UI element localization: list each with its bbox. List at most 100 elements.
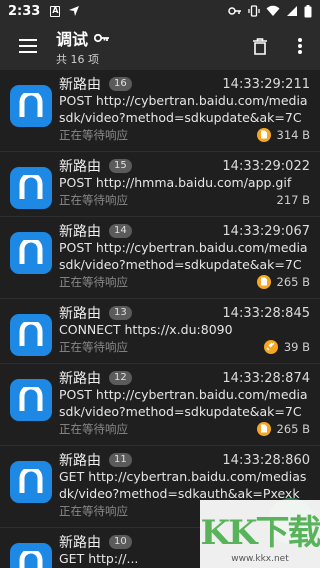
size-info: 265 B: [256, 421, 311, 436]
request-title: 新路由: [59, 159, 101, 175]
request-time: 14:33:29:067: [222, 223, 310, 239]
request-row[interactable]: 新路由 12 14:33:28:874 POST http://cybertran.b…: [0, 364, 320, 446]
app-icon: [10, 379, 52, 421]
response-size: 217 B: [276, 192, 311, 207]
size-info: 265 B: [256, 274, 311, 289]
app-icon: [10, 314, 52, 356]
app-icon: [10, 85, 52, 127]
status-bar: 2:33 A: [0, 0, 320, 22]
signal-icon: [287, 6, 297, 16]
request-index-badge: 10: [109, 535, 132, 549]
request-row[interactable]: 新路由 14 14:33:29:067 POST http://cybertran.b…: [0, 217, 320, 299]
row-header: 新路由 16 14:33:29:211: [59, 70, 320, 94]
request-time: 14:33:29:211: [222, 76, 310, 92]
row-footer: 正在等待响应 265 B: [59, 273, 320, 290]
row-header: 新路由 13 14:33:28:845: [59, 299, 320, 323]
title-block: 调试 共 16 项: [56, 26, 110, 67]
doc-icon: [256, 421, 271, 436]
menu-button[interactable]: [0, 22, 56, 70]
request-time: 14:33:29:022: [222, 158, 310, 174]
response-size: 265 B: [276, 274, 311, 289]
app-logo-icon: [19, 469, 43, 493]
watermark: KK下载 www.kkx.net: [200, 500, 320, 568]
watermark-url: www.kkx.net: [231, 553, 289, 564]
trash-icon: [253, 37, 267, 55]
app-bar: 调试 共 16 项: [0, 22, 320, 70]
size-info: 314 B: [256, 127, 311, 142]
row-footer: 正在等待响应 217 B: [59, 191, 320, 208]
request-row[interactable]: 新路由 13 14:33:28:845 CONNECT https://x.du:80…: [0, 299, 320, 364]
app-logo-icon: [19, 175, 43, 199]
row-footer: 正在等待响应 39 B: [59, 338, 320, 355]
row-header: 新路由 11 14:33:28:860: [59, 446, 320, 470]
item-count: 共 16 项: [56, 52, 99, 66]
more-options-button[interactable]: [280, 22, 320, 70]
row-footer: 正在等待响应 265 B: [59, 420, 320, 437]
size-info: 39 B: [263, 339, 310, 354]
delete-button[interactable]: [240, 22, 280, 70]
link-icon: [263, 339, 278, 354]
request-index-badge: 11: [109, 453, 132, 467]
request-time: 14:33:28:845: [222, 305, 310, 321]
location-arrow-icon: [69, 6, 80, 16]
app-logo-icon: [19, 240, 43, 264]
request-time: 14:33:28:860: [222, 452, 310, 468]
request-time: 14:33:28:874: [222, 370, 310, 386]
request-status: 正在等待响应: [59, 421, 128, 436]
request-title: 新路由: [59, 224, 101, 240]
response-size: 265 B: [276, 421, 311, 436]
size-info: 217 B: [277, 193, 311, 207]
page-title: 调试: [56, 29, 89, 49]
doc-icon: [256, 274, 271, 289]
row-header: 新路由 14 14:33:29:067: [59, 217, 320, 241]
request-status: 正在等待响应: [59, 192, 128, 207]
app-icon: [10, 232, 52, 274]
app-icon: [10, 461, 52, 503]
request-index-badge: 12: [109, 371, 132, 385]
vibrate-icon: [248, 5, 260, 17]
request-title: 新路由: [59, 453, 101, 469]
response-size: 39 B: [283, 339, 310, 354]
request-title: 新路由: [59, 371, 101, 387]
request-list: 新路由 16 14:33:29:211 POST http://cybertran.b…: [0, 70, 320, 568]
request-index-badge: 13: [109, 306, 132, 320]
request-url: POST http://hmma.baidu.com/app.gif: [59, 175, 292, 190]
app-logo-icon: [19, 551, 43, 568]
app-icon: [10, 167, 52, 209]
app-logo-icon: [19, 322, 43, 346]
status-time: 2:33: [8, 3, 41, 19]
request-title: 新路由: [59, 77, 101, 93]
row-header: 新路由 15 14:33:29:022: [59, 152, 320, 176]
request-index-badge: 16: [109, 77, 132, 91]
request-row[interactable]: 新路由 15 14:33:29:022 POST http://hmma.baidu.…: [0, 152, 320, 217]
menu-icon: [19, 39, 37, 53]
status-right-icons: [228, 4, 312, 18]
doc-icon: [256, 127, 271, 142]
request-status: 正在等待响应: [59, 503, 128, 518]
row-header: 新路由 12 14:33:28:874: [59, 364, 320, 388]
request-url: POST http://cybertran.baidu.com/mediasdk…: [59, 387, 308, 419]
battery-icon: [304, 4, 312, 17]
request-row[interactable]: 新路由 16 14:33:29:211 POST http://cybertran.b…: [0, 70, 320, 152]
key-icon: [228, 7, 241, 15]
request-index-badge: 15: [109, 159, 132, 173]
notification-a-icon: A: [50, 5, 61, 17]
request-status: 正在等待响应: [59, 339, 128, 354]
watermark-logo: KK下载: [200, 512, 320, 553]
request-url: POST http://cybertran.baidu.com/mediasdk…: [59, 240, 308, 272]
app-bar-actions: [240, 22, 320, 70]
title-row: 调试: [56, 26, 110, 50]
response-size: 314 B: [276, 127, 311, 142]
app-logo-icon: [19, 93, 43, 117]
app-icon: [10, 543, 52, 568]
request-status: 正在等待响应: [59, 127, 128, 142]
status-left-icons: A: [50, 5, 80, 17]
key-icon: [94, 33, 110, 42]
request-url: GET http://cybertran.baidu.com/mediasdk/…: [59, 469, 307, 501]
request-title: 新路由: [59, 535, 101, 551]
request-status: 正在等待响应: [59, 274, 128, 289]
row-footer: 正在等待响应 314 B: [59, 126, 320, 143]
request-url: CONNECT https://x.du:8090: [59, 322, 233, 337]
app-logo-icon: [19, 387, 43, 411]
wifi-icon: [266, 5, 280, 16]
